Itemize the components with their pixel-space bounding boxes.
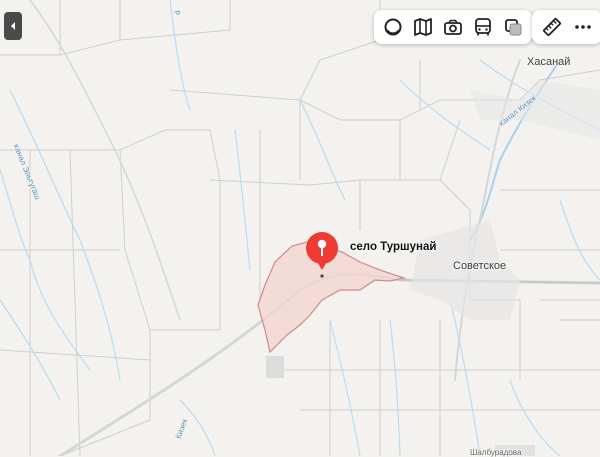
circle-layers-icon [384, 18, 402, 36]
map-type-button[interactable] [408, 11, 438, 43]
place-pin[interactable] [305, 231, 339, 271]
layers-button[interactable] [378, 11, 408, 43]
label-sovetskoe: Советское [453, 260, 507, 272]
map-pin-icon [306, 232, 338, 270]
bus-icon [475, 18, 491, 36]
collapse-panel-button[interactable] [4, 12, 22, 40]
transit-button[interactable] [468, 11, 498, 43]
panorama-button[interactable] [498, 11, 528, 43]
place-center-dot [320, 274, 324, 278]
photos-button[interactable] [438, 11, 468, 43]
map-tools-toolbar [532, 10, 600, 44]
more-button[interactable] [567, 11, 598, 43]
farm-building [266, 356, 284, 378]
map-layers-toolbar [374, 10, 532, 44]
ruler-button[interactable] [536, 11, 567, 43]
ruler-icon [542, 18, 561, 36]
place-title[interactable]: село Туршунай [350, 241, 436, 253]
more-dots-icon [574, 25, 591, 29]
map-canvas[interactable] [0, 0, 600, 456]
panorama-icon [505, 19, 522, 36]
camera-icon [444, 19, 462, 35]
book-map-icon [414, 18, 432, 36]
label-khasanai: Хасанай [527, 56, 571, 68]
chevron-left-icon [11, 22, 15, 30]
map-land [0, 0, 600, 456]
